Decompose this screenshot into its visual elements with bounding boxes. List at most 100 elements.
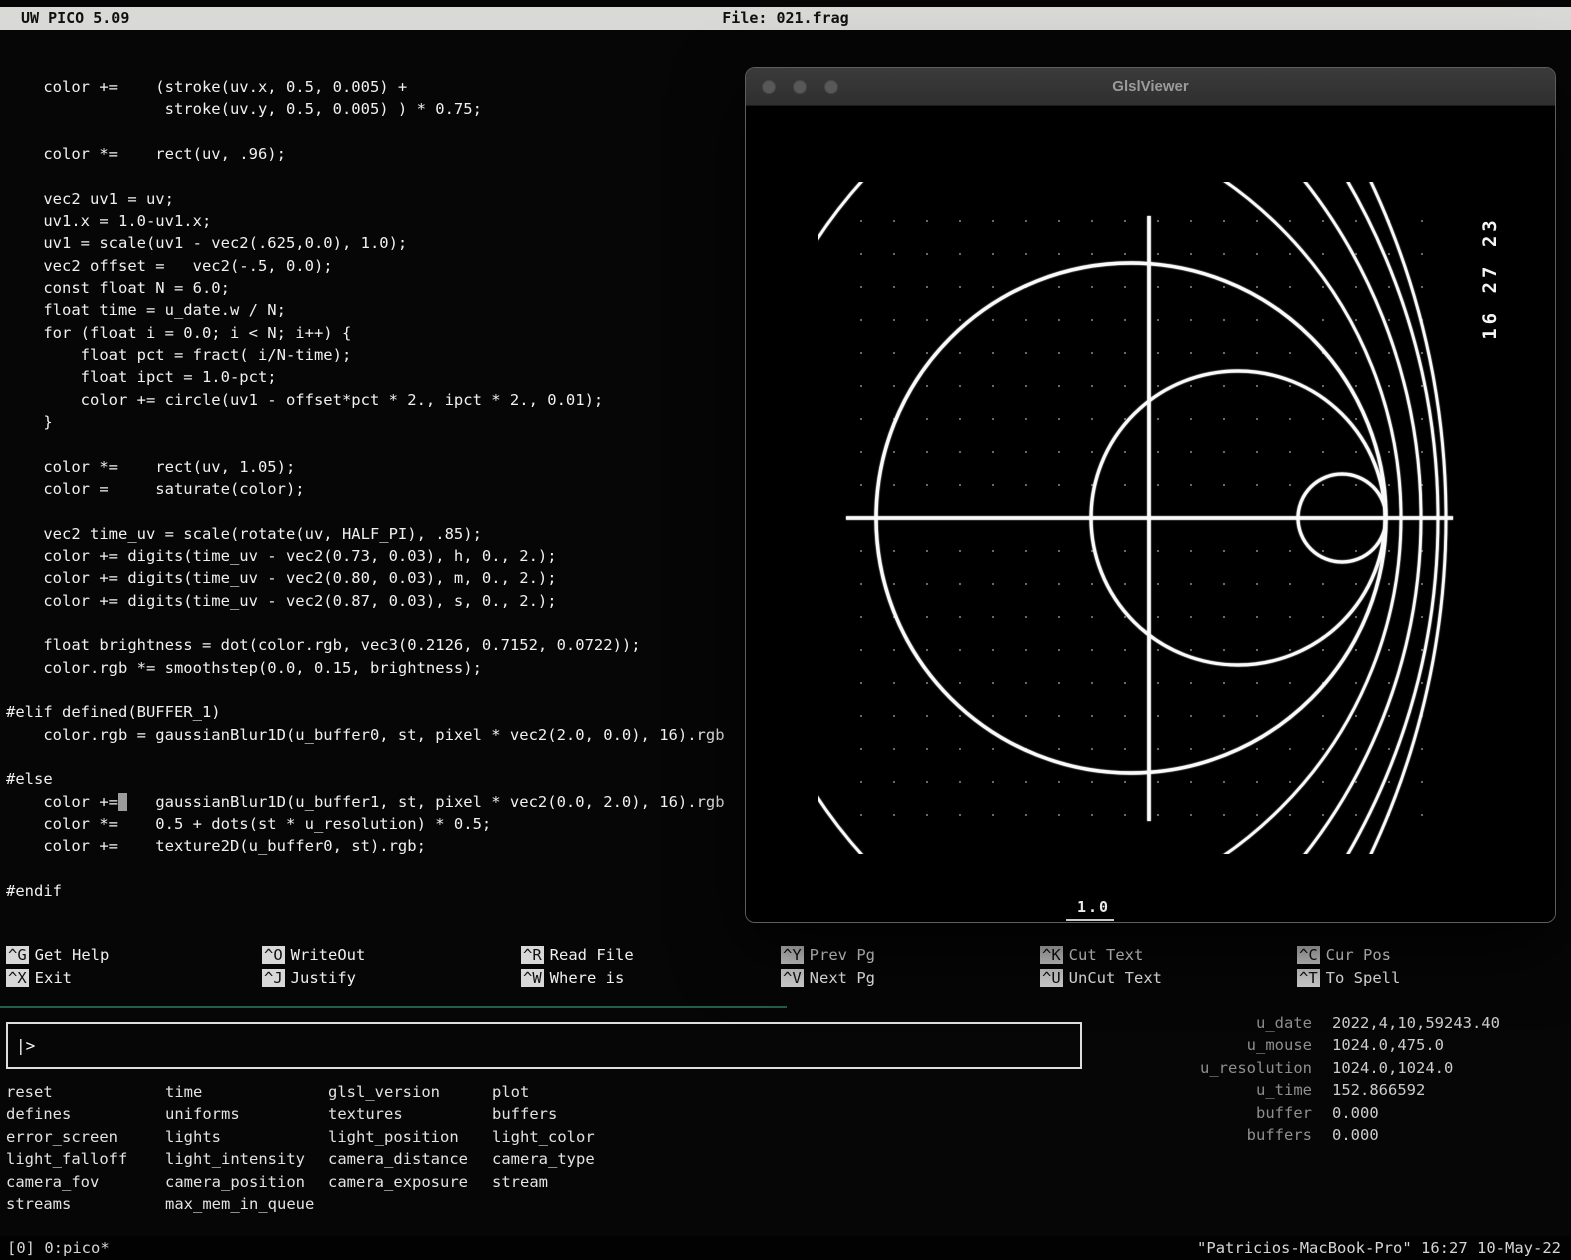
text-cursor xyxy=(117,792,128,811)
console-input-box[interactable]: |> xyxy=(6,1022,1082,1069)
shortcut-uncut-text: ^U UnCut Text xyxy=(1040,969,1162,987)
status-label: buffer xyxy=(1256,1103,1312,1122)
code-area[interactable]: color += (stroke(uv.x, 0.5, 0.005) + str… xyxy=(6,76,725,902)
shortcut-prev-pg: ^Y Prev Pg xyxy=(781,946,875,964)
command-textures: textures xyxy=(328,1105,403,1124)
status-value: 1024.0,1024.0 xyxy=(1332,1058,1454,1077)
clock-digits: 16 27 23 xyxy=(1479,216,1501,340)
code-line: float ipct = 1.0-pct; xyxy=(6,368,277,387)
glslviewer-titlebar[interactable]: GlslViewer xyxy=(746,68,1555,106)
command-streams: streams xyxy=(6,1194,72,1213)
shortcut-writeout: ^O WriteOut xyxy=(262,946,365,964)
code-line: color += circle(uv1 - offset*pct * 2., i… xyxy=(6,390,604,409)
command-time: time xyxy=(165,1083,203,1101)
shortcut-justify: ^J Justify xyxy=(262,969,356,987)
code-line: color *= 0.5 + dots(st * u_resolution) *… xyxy=(6,814,492,833)
close-button[interactable] xyxy=(762,80,776,94)
tmux-statusbar: [0] 0:pico* "Patricios-MacBook-Pro" 16:2… xyxy=(0,1236,1571,1260)
shortcut-cur-pos: ^C Cur Pos xyxy=(1297,946,1391,964)
command-column: reset defines error_screen light_falloff cam… xyxy=(6,1083,127,1217)
code-line: color += digits(time_uv - vec2(0.87, 0.0… xyxy=(6,591,557,610)
code-line: color *= rect(uv, .96); xyxy=(6,144,286,163)
command-camera_exposure: camera_exposure xyxy=(328,1172,468,1191)
status-value: 2022,4,10,59243.40 xyxy=(1332,1014,1500,1032)
shortcut-key: ^Y xyxy=(781,946,804,964)
code-line: float time = u_date.w / N; xyxy=(6,301,286,320)
file-name-label: File: 021.frag xyxy=(722,9,849,27)
command-camera_fov: camera_fov xyxy=(6,1172,100,1191)
status-value: 152.866592 xyxy=(1332,1081,1426,1100)
zoom-button[interactable] xyxy=(824,80,838,94)
shortcut-label: Justify xyxy=(290,969,356,987)
pico-titlebar: UW PICO 5.09 File: 021.frag xyxy=(0,7,1571,30)
command-camera_distance: camera_distance xyxy=(328,1150,468,1169)
command-light_color: light_color xyxy=(492,1127,595,1146)
code-line: vec2 time_uv = scale(rotate(uv, HALF_PI)… xyxy=(6,524,482,543)
shortcut-label: Cur Pos xyxy=(1325,946,1391,964)
shortcut-key: ^V xyxy=(781,969,804,987)
shortcut-exit: ^X Exit xyxy=(6,969,72,987)
shortcut-label: Prev Pg xyxy=(809,946,875,964)
status-label: u_mouse xyxy=(1246,1036,1312,1055)
window-title: GlslViewer xyxy=(1112,78,1189,95)
minimize-button[interactable] xyxy=(793,80,807,94)
code-line: color += digits(time_uv - vec2(0.80, 0.0… xyxy=(6,569,557,588)
command-light_intensity: light_intensity xyxy=(165,1150,305,1169)
dot-grid xyxy=(834,194,1446,846)
shortcut-label: Cut Text xyxy=(1068,946,1144,964)
code-line: } xyxy=(6,412,53,431)
shortcut-key: ^K xyxy=(1040,946,1063,964)
shortcut-key: ^W xyxy=(521,969,544,987)
status-row-u_time: u_time 152.866592 xyxy=(1048,1081,1500,1103)
command-buffers: buffers xyxy=(492,1105,558,1124)
command-reset: reset xyxy=(6,1083,53,1101)
shortcut-label: WriteOut xyxy=(290,946,366,964)
code-line: color = saturate(color); xyxy=(6,479,305,498)
shortcut-key: ^U xyxy=(1040,969,1063,987)
code-line: vec2 uv1 = uv; xyxy=(6,189,174,208)
code-line: #endif xyxy=(6,881,62,900)
code-line: color += gaussianBlur1D(u_buffer1, st, p… xyxy=(6,792,725,811)
shader-canvas[interactable]: 16 27 23 1.0 xyxy=(746,106,1555,922)
shortcut-row-2: ^X Exit ^J Justify ^W Where is ^V Next Pg ^U UnCu… xyxy=(6,969,1566,991)
status-label: u_time xyxy=(1256,1081,1312,1100)
command-stream: stream xyxy=(492,1172,548,1191)
shader-plot xyxy=(818,182,1453,854)
command-column: plot buffers light_color camera_type stream xyxy=(492,1083,595,1195)
code-line: color.rgb *= smoothstep(0.0, 0.15, brigh… xyxy=(6,658,482,677)
status-label: u_resolution xyxy=(1200,1058,1312,1077)
command-uniforms: uniforms xyxy=(165,1105,240,1124)
status-row-u_mouse: u_mouse 1024.0,475.0 xyxy=(1048,1036,1500,1058)
code-line: #elif defined(BUFFER_1) xyxy=(6,703,221,722)
shortcut-key: ^O xyxy=(262,946,285,964)
status-value: 0.000 xyxy=(1332,1103,1379,1122)
shortcut-label: Next Pg xyxy=(809,969,875,987)
code-line: float pct = fract( i/N-time); xyxy=(6,345,352,364)
shortcut-key: ^J xyxy=(262,969,285,987)
status-label: buffers xyxy=(1246,1125,1312,1144)
shortcut-key: ^C xyxy=(1297,946,1320,964)
code-line: const float N = 6.0; xyxy=(6,278,230,297)
command-camera_type: camera_type xyxy=(492,1150,595,1169)
code-line: uv1 = scale(uv1 - vec2(.625,0.0), 1.0); xyxy=(6,234,408,253)
shortcut-key: ^G xyxy=(6,946,29,964)
status-value: 1024.0,475.0 xyxy=(1332,1036,1444,1055)
shortcut-cut-text: ^K Cut Text xyxy=(1040,946,1143,964)
code-line: for (float i = 0.0; i < N; i++) { xyxy=(6,323,352,342)
tmux-pane-divider xyxy=(0,1006,787,1008)
code-line: color += digits(time_uv - vec2(0.73, 0.0… xyxy=(6,546,557,565)
shortcut-where-is: ^W Where is xyxy=(521,969,624,987)
command-column: time uniforms lights light_intensity camera_… xyxy=(165,1083,314,1217)
code-line: float brightness = dot(color.rgb, vec3(0… xyxy=(6,636,641,655)
shortcut-label: Where is xyxy=(549,969,625,987)
command-defines: defines xyxy=(6,1105,72,1124)
code-line: stroke(uv.y, 0.5, 0.005) ) * 0.75; xyxy=(6,100,482,119)
command-camera_position: camera_position xyxy=(165,1172,305,1191)
scale-label: 1.0 xyxy=(1077,898,1111,916)
scale-tick xyxy=(1066,919,1114,921)
